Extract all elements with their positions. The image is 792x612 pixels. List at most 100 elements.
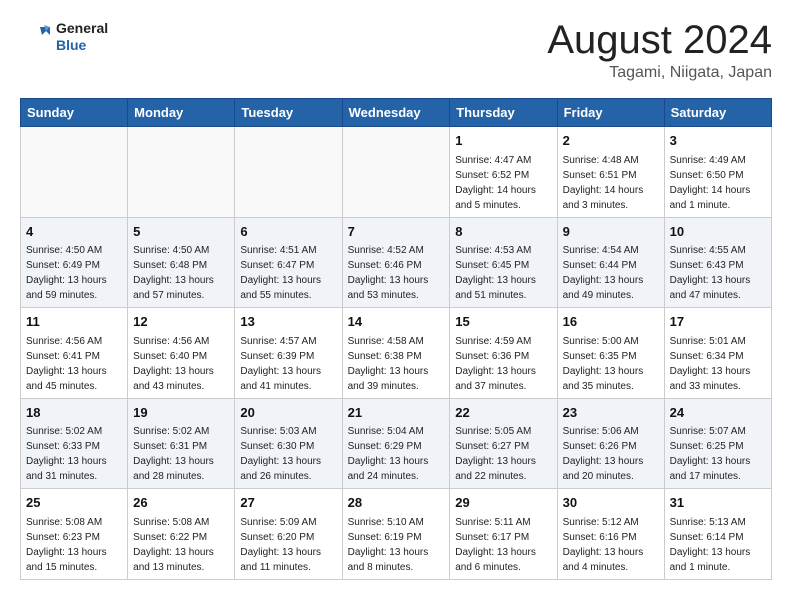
day-number: 31 xyxy=(670,493,766,513)
day-info: Sunrise: 5:09 AM Sunset: 6:20 PM Dayligh… xyxy=(240,515,336,575)
calendar-empty-cell xyxy=(21,127,128,218)
calendar-empty-cell xyxy=(342,127,450,218)
day-info: Sunrise: 5:02 AM Sunset: 6:31 PM Dayligh… xyxy=(133,424,229,484)
day-number: 1 xyxy=(455,131,551,151)
calendar-day-9: 9Sunrise: 4:54 AM Sunset: 6:44 PM Daylig… xyxy=(557,217,664,308)
calendar-day-17: 17Sunrise: 5:01 AM Sunset: 6:34 PM Dayli… xyxy=(664,308,771,399)
calendar-day-22: 22Sunrise: 5:05 AM Sunset: 6:27 PM Dayli… xyxy=(450,398,557,489)
day-number: 30 xyxy=(563,493,659,513)
day-info: Sunrise: 5:11 AM Sunset: 6:17 PM Dayligh… xyxy=(455,515,551,575)
calendar-week-row: 4Sunrise: 4:50 AM Sunset: 6:49 PM Daylig… xyxy=(21,217,772,308)
day-info: Sunrise: 4:54 AM Sunset: 6:44 PM Dayligh… xyxy=(563,243,659,303)
calendar-day-23: 23Sunrise: 5:06 AM Sunset: 6:26 PM Dayli… xyxy=(557,398,664,489)
day-number: 4 xyxy=(26,222,122,242)
day-number: 29 xyxy=(455,493,551,513)
calendar-day-30: 30Sunrise: 5:12 AM Sunset: 6:16 PM Dayli… xyxy=(557,489,664,580)
day-number: 9 xyxy=(563,222,659,242)
day-number: 14 xyxy=(348,312,445,332)
day-info: Sunrise: 5:04 AM Sunset: 6:29 PM Dayligh… xyxy=(348,424,445,484)
day-info: Sunrise: 4:56 AM Sunset: 6:40 PM Dayligh… xyxy=(133,334,229,394)
day-info: Sunrise: 4:50 AM Sunset: 6:49 PM Dayligh… xyxy=(26,243,122,303)
calendar-day-10: 10Sunrise: 4:55 AM Sunset: 6:43 PM Dayli… xyxy=(664,217,771,308)
day-info: Sunrise: 4:49 AM Sunset: 6:50 PM Dayligh… xyxy=(670,153,766,213)
calendar-day-1: 1Sunrise: 4:47 AM Sunset: 6:52 PM Daylig… xyxy=(450,127,557,218)
day-number: 19 xyxy=(133,403,229,423)
day-number: 11 xyxy=(26,312,122,332)
day-info: Sunrise: 5:08 AM Sunset: 6:23 PM Dayligh… xyxy=(26,515,122,575)
calendar-day-14: 14Sunrise: 4:58 AM Sunset: 6:38 PM Dayli… xyxy=(342,308,450,399)
day-number: 10 xyxy=(670,222,766,242)
day-info: Sunrise: 5:13 AM Sunset: 6:14 PM Dayligh… xyxy=(670,515,766,575)
day-info: Sunrise: 4:51 AM Sunset: 6:47 PM Dayligh… xyxy=(240,243,336,303)
day-number: 24 xyxy=(670,403,766,423)
day-number: 27 xyxy=(240,493,336,513)
day-info: Sunrise: 5:03 AM Sunset: 6:30 PM Dayligh… xyxy=(240,424,336,484)
logo-container: General Blue xyxy=(20,20,108,54)
calendar-day-27: 27Sunrise: 5:09 AM Sunset: 6:20 PM Dayli… xyxy=(235,489,342,580)
day-info: Sunrise: 5:12 AM Sunset: 6:16 PM Dayligh… xyxy=(563,515,659,575)
page-header: General Blue August 2024 Tagami, Niigata… xyxy=(20,20,772,82)
day-info: Sunrise: 5:10 AM Sunset: 6:19 PM Dayligh… xyxy=(348,515,445,575)
day-number: 25 xyxy=(26,493,122,513)
calendar-day-18: 18Sunrise: 5:02 AM Sunset: 6:33 PM Dayli… xyxy=(21,398,128,489)
day-info: Sunrise: 4:59 AM Sunset: 6:36 PM Dayligh… xyxy=(455,334,551,394)
weekday-header-monday: Monday xyxy=(128,99,235,127)
calendar-day-7: 7Sunrise: 4:52 AM Sunset: 6:46 PM Daylig… xyxy=(342,217,450,308)
calendar-day-6: 6Sunrise: 4:51 AM Sunset: 6:47 PM Daylig… xyxy=(235,217,342,308)
day-info: Sunrise: 4:55 AM Sunset: 6:43 PM Dayligh… xyxy=(670,243,766,303)
day-number: 21 xyxy=(348,403,445,423)
day-number: 17 xyxy=(670,312,766,332)
calendar-week-row: 11Sunrise: 4:56 AM Sunset: 6:41 PM Dayli… xyxy=(21,308,772,399)
calendar-table: SundayMondayTuesdayWednesdayThursdayFrid… xyxy=(20,98,772,580)
calendar-day-28: 28Sunrise: 5:10 AM Sunset: 6:19 PM Dayli… xyxy=(342,489,450,580)
calendar-day-8: 8Sunrise: 4:53 AM Sunset: 6:45 PM Daylig… xyxy=(450,217,557,308)
day-number: 12 xyxy=(133,312,229,332)
day-number: 22 xyxy=(455,403,551,423)
calendar-day-13: 13Sunrise: 4:57 AM Sunset: 6:39 PM Dayli… xyxy=(235,308,342,399)
calendar-day-5: 5Sunrise: 4:50 AM Sunset: 6:48 PM Daylig… xyxy=(128,217,235,308)
logo-text-blue: Blue xyxy=(56,37,108,54)
weekday-header-tuesday: Tuesday xyxy=(235,99,342,127)
day-number: 5 xyxy=(133,222,229,242)
calendar-week-row: 25Sunrise: 5:08 AM Sunset: 6:23 PM Dayli… xyxy=(21,489,772,580)
calendar-day-21: 21Sunrise: 5:04 AM Sunset: 6:29 PM Dayli… xyxy=(342,398,450,489)
logo-svg-icon xyxy=(20,23,52,51)
day-info: Sunrise: 4:56 AM Sunset: 6:41 PM Dayligh… xyxy=(26,334,122,394)
calendar-day-19: 19Sunrise: 5:02 AM Sunset: 6:31 PM Dayli… xyxy=(128,398,235,489)
calendar-day-11: 11Sunrise: 4:56 AM Sunset: 6:41 PM Dayli… xyxy=(21,308,128,399)
weekday-header-saturday: Saturday xyxy=(664,99,771,127)
calendar-week-row: 1Sunrise: 4:47 AM Sunset: 6:52 PM Daylig… xyxy=(21,127,772,218)
day-info: Sunrise: 5:07 AM Sunset: 6:25 PM Dayligh… xyxy=(670,424,766,484)
calendar-day-16: 16Sunrise: 5:00 AM Sunset: 6:35 PM Dayli… xyxy=(557,308,664,399)
weekday-header-sunday: Sunday xyxy=(21,99,128,127)
calendar-day-3: 3Sunrise: 4:49 AM Sunset: 6:50 PM Daylig… xyxy=(664,127,771,218)
weekday-header-wednesday: Wednesday xyxy=(342,99,450,127)
calendar-week-row: 18Sunrise: 5:02 AM Sunset: 6:33 PM Dayli… xyxy=(21,398,772,489)
day-info: Sunrise: 4:47 AM Sunset: 6:52 PM Dayligh… xyxy=(455,153,551,213)
day-info: Sunrise: 5:08 AM Sunset: 6:22 PM Dayligh… xyxy=(133,515,229,575)
day-number: 23 xyxy=(563,403,659,423)
calendar-day-31: 31Sunrise: 5:13 AM Sunset: 6:14 PM Dayli… xyxy=(664,489,771,580)
calendar-day-4: 4Sunrise: 4:50 AM Sunset: 6:49 PM Daylig… xyxy=(21,217,128,308)
calendar-day-29: 29Sunrise: 5:11 AM Sunset: 6:17 PM Dayli… xyxy=(450,489,557,580)
weekday-header-friday: Friday xyxy=(557,99,664,127)
weekday-header-row: SundayMondayTuesdayWednesdayThursdayFrid… xyxy=(21,99,772,127)
day-info: Sunrise: 4:48 AM Sunset: 6:51 PM Dayligh… xyxy=(563,153,659,213)
calendar-empty-cell xyxy=(235,127,342,218)
calendar-day-12: 12Sunrise: 4:56 AM Sunset: 6:40 PM Dayli… xyxy=(128,308,235,399)
day-info: Sunrise: 4:52 AM Sunset: 6:46 PM Dayligh… xyxy=(348,243,445,303)
day-info: Sunrise: 5:02 AM Sunset: 6:33 PM Dayligh… xyxy=(26,424,122,484)
day-number: 16 xyxy=(563,312,659,332)
day-number: 6 xyxy=(240,222,336,242)
weekday-header-thursday: Thursday xyxy=(450,99,557,127)
day-info: Sunrise: 5:00 AM Sunset: 6:35 PM Dayligh… xyxy=(563,334,659,394)
day-number: 8 xyxy=(455,222,551,242)
title-block: August 2024 Tagami, Niigata, Japan xyxy=(547,20,772,82)
day-number: 2 xyxy=(563,131,659,151)
calendar-empty-cell xyxy=(128,127,235,218)
calendar-day-15: 15Sunrise: 4:59 AM Sunset: 6:36 PM Dayli… xyxy=(450,308,557,399)
calendar-day-2: 2Sunrise: 4:48 AM Sunset: 6:51 PM Daylig… xyxy=(557,127,664,218)
day-number: 18 xyxy=(26,403,122,423)
day-number: 28 xyxy=(348,493,445,513)
month-title: August 2024 xyxy=(547,20,772,60)
